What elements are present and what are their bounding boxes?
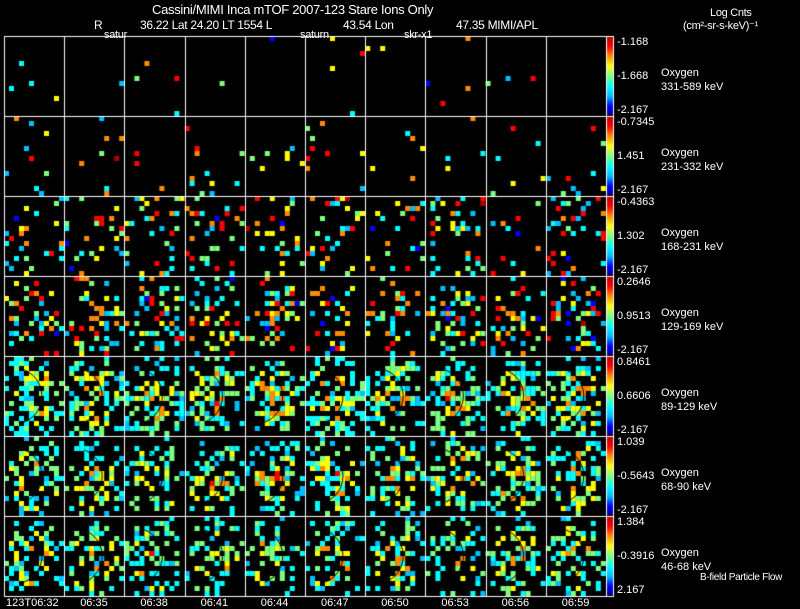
time-tick-label: 06:41 — [200, 597, 229, 609]
colorbar-min-label: -2.167 — [617, 184, 649, 196]
time-tick-label: 06:35 — [80, 597, 108, 609]
colorbar-min-label: 2.167 — [617, 584, 645, 596]
r-label: R — [94, 18, 103, 32]
colorbar-min-label: -2.167 — [617, 504, 649, 516]
colorbar-min-label: -2.167 — [617, 104, 649, 116]
colorbar-mid-label: -1.668 — [617, 70, 649, 82]
species-label: Oxygen — [661, 67, 699, 79]
time-tick-label: 06:56 — [501, 597, 530, 609]
species-label: Oxygen — [661, 387, 699, 399]
ephemeris: 36.22 Lat 24.20 LT 1554 L — [140, 18, 273, 32]
colorbar-mid-label: 0.9513 — [617, 310, 651, 322]
colorbar-mid-label: 1.451 — [617, 150, 645, 162]
energy-range-label: 168-231 keV — [661, 241, 724, 253]
species-label: Oxygen — [661, 547, 699, 559]
units: (cm²-sr-s-keV)⁻¹ — [683, 20, 758, 32]
time-tick-label: 06:38 — [140, 597, 168, 609]
l-value: 47.35 MIMI/APL — [456, 18, 538, 32]
time-tick-label: 06:47 — [321, 597, 349, 609]
species-label: Oxygen — [661, 307, 699, 319]
time-tick-label: 06:44 — [260, 597, 289, 609]
energy-range-label: 331-589 keV — [661, 81, 724, 93]
time-tick-label: 06:50 — [381, 597, 409, 609]
marker-saturn-1: satur — [104, 29, 127, 41]
colorbar-mid-label: 0.6606 — [617, 390, 651, 402]
colorbar-max-label: 1.384 — [617, 516, 645, 528]
colorbar-mid-label: -0.3916 — [617, 550, 655, 562]
units-title: Log Cnts — [710, 7, 752, 19]
marker-skr: skr-x1 — [404, 29, 433, 41]
species-label: Oxygen — [661, 467, 699, 479]
colorbar-mid-label: 1.302 — [617, 230, 645, 242]
time-tick-label: 123T06:32 — [6, 597, 59, 609]
species-label: Oxygen — [661, 227, 699, 239]
species-label: Oxygen — [661, 147, 699, 159]
colorbar-max-label: 0.8461 — [617, 356, 651, 368]
time-tick-label: 06:53 — [441, 597, 469, 609]
colorbar-max-label: -0.4363 — [617, 196, 655, 208]
legend-note: B-field Particle Flow — [700, 572, 783, 583]
colorbar-mid-label: -0.5643 — [617, 470, 655, 482]
longitude: 43.54 Lon — [343, 18, 394, 32]
colorbar-max-label: 0.2646 — [617, 276, 651, 288]
marker-saturn-2: saturn — [300, 29, 329, 41]
colorbar-min-label: -2.167 — [617, 344, 649, 356]
colorbar-min-label: -2.167 — [617, 264, 649, 276]
energy-range-label: 68-90 keV — [661, 481, 712, 493]
time-tick-label: 06:59 — [561, 597, 590, 609]
colorbar-max-label: -1.168 — [617, 36, 649, 48]
energy-range-label: 129-169 keV — [661, 321, 724, 333]
colorbar-max-label: -0.7345 — [617, 116, 655, 128]
colorbar-min-label: -2.167 — [617, 424, 649, 436]
energy-range-label: 89-129 keV — [661, 401, 718, 413]
colorbar-max-label: 1.039 — [617, 436, 645, 448]
energy-range-label: 231-332 keV — [661, 161, 724, 173]
plot-title: Cassini/MIMI Inca mTOF 2007-123 Stare Io… — [152, 2, 434, 17]
